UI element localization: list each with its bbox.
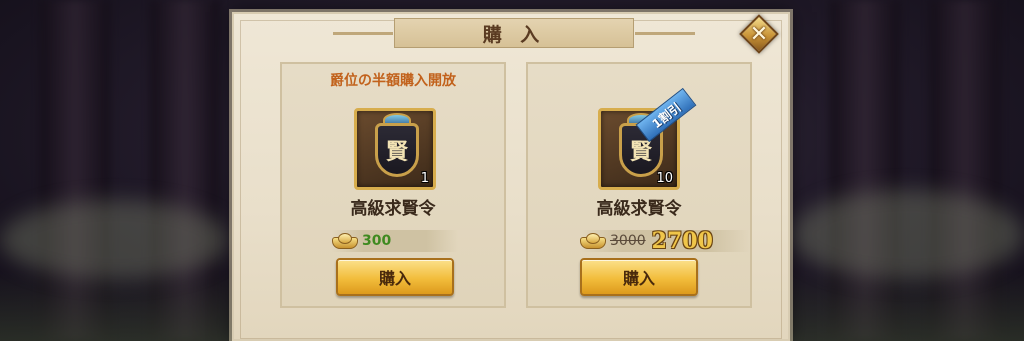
item-quantity: 10 bbox=[656, 171, 673, 186]
price-row: 300 bbox=[332, 230, 458, 252]
bg-glow bbox=[0, 200, 230, 280]
offer-panel-single: 爵位の半額購入開放 賢 1 高級求賢令 300 購入 bbox=[280, 62, 506, 308]
purchase-dialog: 購 入 ✕ 爵位の半額購入開放 賢 1 高級求賢令 300 購入 賢 10 1割… bbox=[232, 12, 790, 341]
item-name: 高級求賢令 bbox=[596, 199, 682, 219]
bg-glow bbox=[790, 190, 1024, 280]
token-body: 賢 bbox=[375, 123, 419, 177]
buy-button[interactable]: 購入 bbox=[336, 258, 454, 296]
close-button[interactable]: ✕ bbox=[739, 14, 779, 54]
gold-ingot-icon bbox=[580, 233, 606, 249]
item-name: 高級求賢令 bbox=[350, 199, 436, 219]
recruit-token-icon[interactable]: 賢 1 bbox=[354, 108, 436, 190]
offer-panel-bundle: 賢 10 1割引 高級求賢令 3000 2700 購入 bbox=[526, 62, 752, 308]
price-row: 3000 2700 bbox=[580, 228, 750, 254]
gold-ingot-icon bbox=[332, 233, 358, 249]
item-quantity: 1 bbox=[420, 171, 429, 186]
close-icon: ✕ bbox=[749, 21, 769, 47]
discounted-price: 2700 bbox=[651, 228, 713, 254]
token-glyph: 賢 bbox=[385, 140, 408, 165]
price-value: 300 bbox=[362, 233, 392, 249]
title-banner: 購 入 bbox=[333, 18, 695, 48]
original-price: 3000 bbox=[610, 233, 646, 249]
dialog-title: 購 入 bbox=[482, 23, 546, 46]
buy-button[interactable]: 購入 bbox=[580, 258, 698, 296]
promo-text: 爵位の半額購入開放 bbox=[330, 73, 456, 89]
